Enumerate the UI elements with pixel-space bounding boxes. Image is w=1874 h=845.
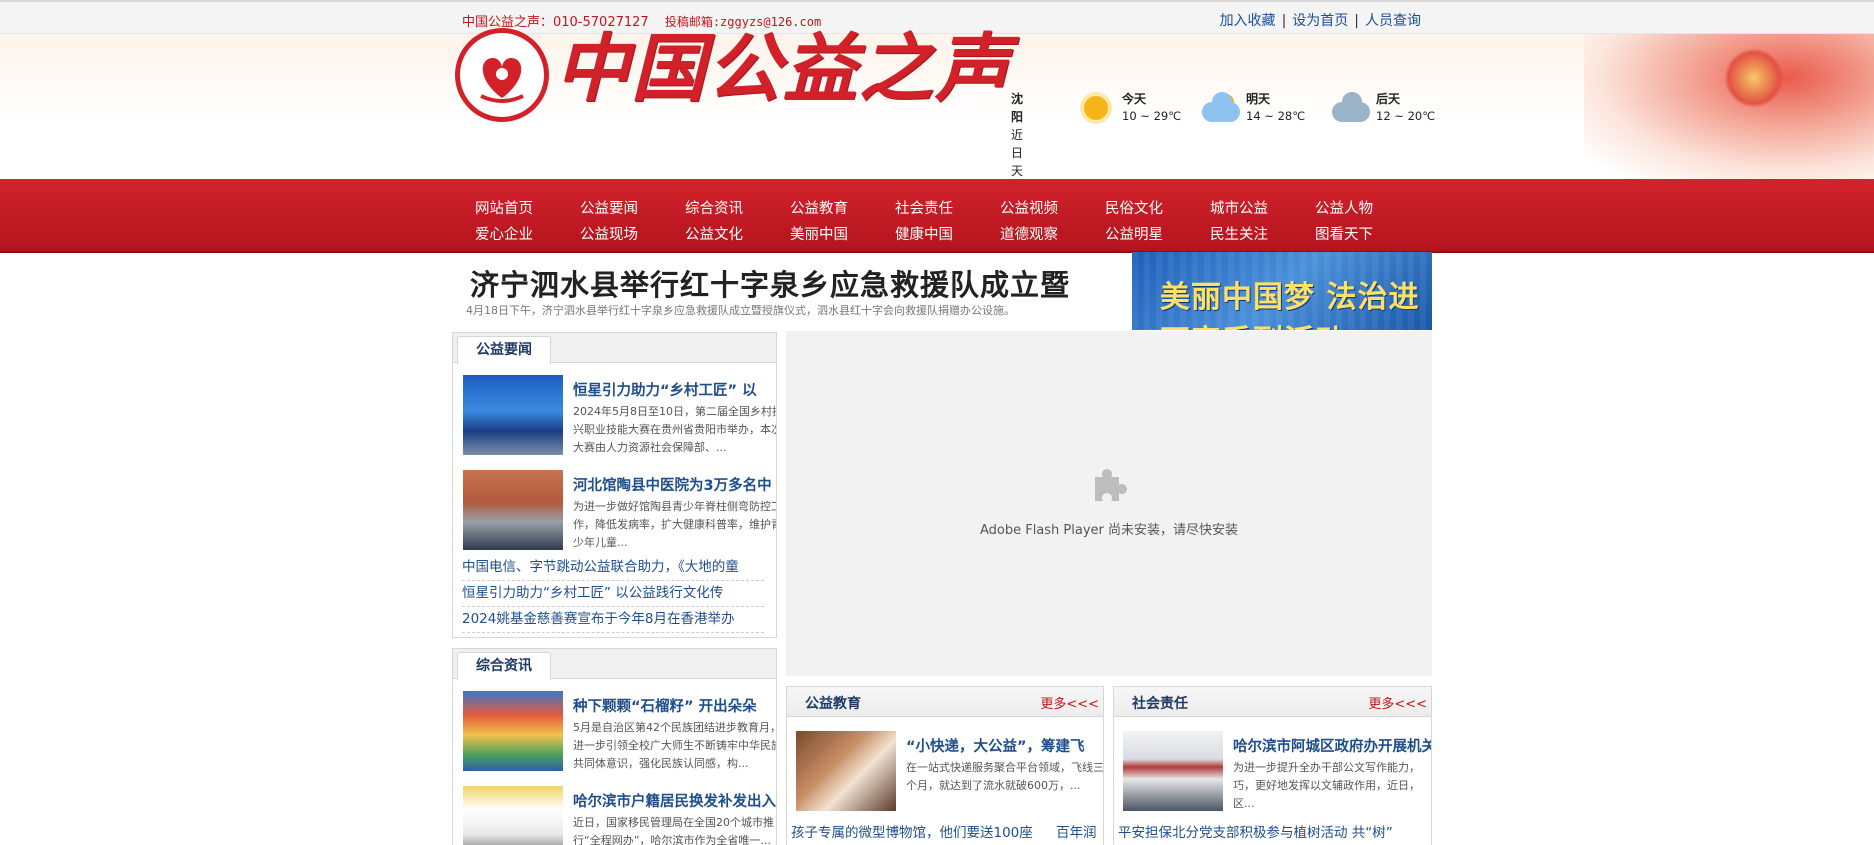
nav-on-site[interactable]: 公益现场 [580, 223, 685, 244]
panel-title: 公益教育 [805, 696, 861, 712]
weather-day-label: 后天 [1376, 92, 1401, 106]
news-item[interactable]: 哈尔滨市阿城区政府办开展机关 为进一步提升全办干部公文写作能力，巧，更好地发挥以… [1123, 731, 1431, 813]
news-thumbnail[interactable] [1123, 731, 1223, 811]
nav-caring-companies[interactable]: 爱心企业 [475, 223, 580, 244]
nav-gallery[interactable]: 图看天下 [1315, 223, 1420, 244]
more-link[interactable]: 更多<<< [1368, 693, 1427, 712]
site-logo-text[interactable]: 中国公益之声 [555, 32, 1011, 106]
set-homepage-link[interactable]: 设为首页 [1292, 13, 1348, 29]
news-item[interactable]: 哈尔滨市户籍居民换发补发出入 近日，国家移民管理局在全国20个城市推行“全程网办… [463, 786, 776, 845]
news-thumbnail[interactable] [463, 470, 563, 550]
flash-message: Adobe Flash Player 尚未安装，请尽快安装 [979, 523, 1239, 538]
flash-placeholder[interactable]: Adobe Flash Player 尚未安装，请尽快安装 [786, 331, 1432, 676]
staff-lookup-link[interactable]: 人员查询 [1365, 13, 1421, 29]
nav-general-info[interactable]: 综合资讯 [685, 197, 790, 218]
partly-cloudy-icon [1200, 90, 1240, 126]
cloud-icon [1330, 90, 1370, 126]
list-item[interactable]: 中国电信、字节跳动公益联合助力，《大地的童 [462, 555, 764, 581]
news-title[interactable]: 哈尔滨市户籍居民换发补发出入 [573, 790, 776, 811]
add-favorite-link[interactable]: 加入收藏 [1220, 13, 1276, 29]
news-title[interactable]: “小快递，大公益”，筹建飞 [906, 735, 1085, 756]
nav-healthy-china[interactable]: 健康中国 [895, 223, 1000, 244]
plugin-puzzle-icon [1095, 469, 1127, 501]
main-nav: 网站首页 公益要闻 综合资讯 公益教育 社会责任 公益视频 民俗文化 城市公益 … [0, 179, 1874, 253]
nav-culture[interactable]: 公益文化 [685, 223, 790, 244]
news-title[interactable]: 河北馆陶县中医院为3万多名中 [573, 474, 772, 495]
weather-after-tomorrow: 后天 12 ~ 20℃ [1330, 90, 1435, 126]
more-link[interactable]: 更多<<< [1040, 693, 1099, 712]
nav-education[interactable]: 公益教育 [790, 197, 895, 218]
weather-tomorrow: 明天 14 ~ 28℃ [1200, 90, 1305, 126]
headline-subtitle: 4月18日下午，济宁泗水县举行红十字泉乡应急救援队成立暨授旗仪式，泗水县红十字会… [466, 304, 1015, 317]
nav-city[interactable]: 城市公益 [1210, 197, 1315, 218]
nav-people[interactable]: 公益人物 [1315, 197, 1420, 218]
news-desc: 近日，国家移民管理局在全国20个城市推行“全程网办”，哈尔滨市作为全省唯一... [573, 816, 774, 845]
list-item[interactable]: 孩子专属的微型博物馆，他们要送100座 [791, 825, 1033, 841]
nav-livelihood[interactable]: 民生关注 [1210, 223, 1315, 244]
nav-social-responsibility[interactable]: 社会责任 [895, 197, 1000, 218]
list-item[interactable]: 平安担保北分党支部积极参与植树活动 共“树” [1118, 825, 1393, 841]
news-thumbnail[interactable] [463, 375, 563, 455]
list-item[interactable]: 2024姚基金慈善赛宣布于今年8月在香港举办 [462, 607, 764, 633]
weather-temp: 14 ~ 28℃ [1246, 109, 1306, 123]
news-desc: 5月是自治区第42个民族团结进步教育月，进一步引领全校广大师生不断铸牢中华民族共… [573, 721, 777, 770]
news-desc: 2024年5月8日至10日，第二届全国乡村振兴职业技能大赛在贵州省贵阳市举办，本… [573, 405, 777, 454]
news-title[interactable]: 种下颗颗“石榴籽” 开出朵朵 [573, 695, 757, 716]
star-emblem-icon [1724, 48, 1784, 108]
news-item[interactable]: “小快递，大公益”，筹建飞 在一站式快递服务聚合平台领域，飞线三个月，就达到了流… [796, 731, 1104, 813]
panel-education: 公益教育 更多<<< “小快递，大公益”，筹建飞 在一站式快递服务聚合平台领域，… [786, 686, 1104, 845]
weather-today: 今天 10 ~ 29℃ [1076, 90, 1181, 126]
weather-temp: 12 ~ 20℃ [1376, 109, 1436, 123]
nav-home[interactable]: 网站首页 [475, 197, 580, 218]
logo-seal-icon[interactable] [455, 28, 549, 122]
nav-video[interactable]: 公益视频 [1000, 197, 1105, 218]
news-item[interactable]: 恒星引力助力“乡村工匠” 以 2024年5月8日至10日，第二届全国乡村振兴职业… [463, 375, 777, 457]
weather-temp: 10 ~ 29℃ [1122, 109, 1182, 123]
nav-public-news[interactable]: 公益要闻 [580, 197, 685, 218]
news-title[interactable]: 哈尔滨市阿城区政府办开展机关 [1233, 735, 1431, 756]
news-desc: 为进一步做好馆陶县青少年脊柱侧弯防控工作，降低发病率，扩大健康科普率，维护青少年… [573, 500, 777, 549]
nav-folk-culture[interactable]: 民俗文化 [1105, 197, 1210, 218]
news-item[interactable]: 河北馆陶县中医院为3万多名中 为进一步做好馆陶县青少年脊柱侧弯防控工作，降低发病… [463, 470, 777, 552]
news-desc: 在一站式快递服务聚合平台领域，飞线三个月，就达到了流水就破600万，... [906, 761, 1104, 792]
news-thumbnail[interactable] [796, 731, 896, 811]
tab-public-news[interactable]: 公益要闻 [457, 336, 551, 364]
news-title[interactable]: 恒星引力助力“乡村工匠” 以 [573, 379, 757, 400]
panel-public-news: 公益要闻 恒星引力助力“乡村工匠” 以 2024年5月8日至10日，第二届全国乡… [452, 332, 777, 638]
list-item[interactable]: 恒星引力助力“乡村工匠” 以公益践行文化传 [462, 581, 764, 607]
panel-general-info: 综合资讯 种下颗颗“石榴籽” 开出朵朵 5月是自治区第42个民族团结进步教育月，… [452, 648, 777, 845]
weather-day-label: 今天 [1122, 92, 1147, 106]
nav-beautiful-china[interactable]: 美丽中国 [790, 223, 895, 244]
panel-social-responsibility: 社会责任 更多<<< 哈尔滨市阿城区政府办开展机关 为进一步提升全办干部公文写作… [1113, 686, 1432, 845]
headline-title[interactable]: 济宁泗水县举行红十字泉乡应急救援队成立暨 [470, 262, 1070, 304]
panel-title: 社会责任 [1132, 696, 1188, 712]
banner-text: 美丽中国梦 法治进万家系列活动 [1160, 280, 1420, 330]
news-thumbnail[interactable] [463, 691, 563, 771]
news-thumbnail[interactable] [463, 786, 563, 845]
weather-day-label: 明天 [1246, 92, 1271, 106]
weather-city: 沈阳 [1011, 92, 1024, 124]
tab-general-info[interactable]: 综合资讯 [457, 652, 551, 680]
nav-morality[interactable]: 道德观察 [1000, 223, 1105, 244]
campaign-banner[interactable]: 美丽中国梦 法治进万家系列活动 [1132, 252, 1432, 330]
top-links: 加入收藏 | 设为首页 | 人员查询 [1219, 13, 1421, 29]
nav-stars[interactable]: 公益明星 [1105, 223, 1210, 244]
header-decoration [1584, 34, 1874, 179]
news-desc: 为进一步提升全办干部公文写作能力，巧，更好地发挥以文辅政作用，近日，区... [1233, 761, 1420, 810]
news-item[interactable]: 种下颗颗“石榴籽” 开出朵朵 5月是自治区第42个民族团结进步教育月，进一步引领… [463, 691, 777, 773]
list-item[interactable]: 百年润 [1056, 821, 1097, 841]
sun-icon [1076, 90, 1116, 126]
